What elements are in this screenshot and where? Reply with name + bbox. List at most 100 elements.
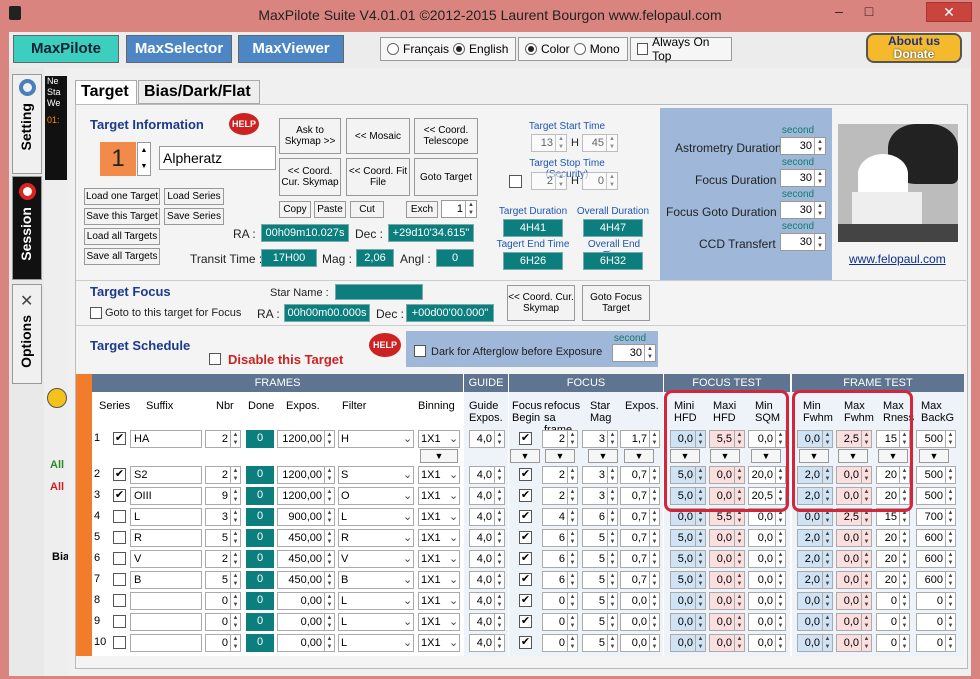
radio-color[interactable] <box>525 43 537 55</box>
guide-expos-stepper[interactable]: 4,0 ▲ ▼ <box>469 487 505 505</box>
star-mag-stepper[interactable]: 3 ▲ ▼ <box>582 487 618 505</box>
radio-mono[interactable] <box>573 43 586 55</box>
maxi-hfd-stepper[interactable]: 0,0 ▲ ▼ <box>709 529 745 547</box>
series-checkbox[interactable] <box>113 594 126 607</box>
max-rness-stepper[interactable]: 0 ▲ ▼ <box>876 613 910 631</box>
guide-expos-stepper[interactable]: 4,0 ▲ ▼ <box>469 430 505 448</box>
refocus-stepper[interactable]: 2 ▲ ▼ <box>542 487 578 505</box>
suffix-input[interactable]: R <box>130 529 202 547</box>
cut-button[interactable]: Cut <box>350 201 384 218</box>
maxi-hfd-stepper[interactable]: 0,0 ▲ ▼ <box>709 634 745 652</box>
refocus-stepper[interactable]: 0 ▲ ▼ <box>542 613 578 631</box>
suffix-input[interactable]: L <box>130 508 202 526</box>
star-mag-stepper[interactable]: 6 ▲ ▼ <box>582 508 618 526</box>
refocus-stepper[interactable]: 0 ▲ ▼ <box>542 592 578 610</box>
tab-setting[interactable]: Setting <box>12 74 42 174</box>
star-mag-stepper[interactable]: 5 ▲ ▼ <box>582 550 618 568</box>
filter-select[interactable]: L ⌄ <box>338 592 414 610</box>
max-rness-stepper[interactable]: 20 ▲ ▼ <box>876 550 910 568</box>
expos-stepper[interactable]: 0,00 ▲ ▼ <box>277 634 335 652</box>
mini-hfd-stepper[interactable]: 5,0 ▲ ▼ <box>670 550 706 568</box>
star-mag-stepper[interactable]: 5 ▲ ▼ <box>582 613 618 631</box>
focus-duration-stepper[interactable]: 30 ▲ ▼ <box>780 169 826 187</box>
suffix-input[interactable]: OIII <box>130 487 202 505</box>
min-sqm-stepper[interactable]: 0,0 ▲ ▼ <box>748 634 786 652</box>
tab-options[interactable]: ✕ Options <box>12 284 42 384</box>
disable-target-checkbox[interactable] <box>209 353 221 365</box>
max-rness-stepper[interactable]: 20 ▲ ▼ <box>876 529 910 547</box>
refocus-stepper[interactable]: 6 ▲ ▼ <box>542 571 578 589</box>
nbr-stepper[interactable]: 0 ▲ ▼ <box>205 634 241 652</box>
schedule-help-button[interactable]: HELP <box>369 333 401 357</box>
load-all-targets-button[interactable]: Load all Targets <box>84 228 160 245</box>
max-rness-stepper[interactable]: 0 ▲ ▼ <box>876 592 910 610</box>
series-checkbox[interactable] <box>113 552 126 565</box>
minimize-button[interactable]: – <box>826 2 852 22</box>
focus-expos-stepper[interactable]: 0,0 ▲ ▼ <box>620 592 660 610</box>
always-on-top-checkbox[interactable] <box>637 43 649 55</box>
filter-select[interactable]: O ⌄ <box>338 487 414 505</box>
series-checkbox[interactable] <box>113 510 126 523</box>
nbr-stepper[interactable]: 0 ▲ ▼ <box>205 613 241 631</box>
filter-select[interactable]: L ⌄ <box>338 634 414 652</box>
focus-expos-stepper[interactable]: 1,7 ▲ ▼ <box>620 430 660 448</box>
max-backg-stepper[interactable]: 500 ▲ ▼ <box>916 487 956 505</box>
binning-select[interactable]: 1X1 ⌄ <box>418 592 460 610</box>
focus-expos-stepper[interactable]: 0,7 ▲ ▼ <box>620 529 660 547</box>
radio-english[interactable] <box>453 43 466 55</box>
stop-minute-stepper[interactable]: 0 ▲ ▼ <box>582 172 618 190</box>
max-backg-stepper[interactable]: 600 ▲ ▼ <box>916 571 956 589</box>
maxviewer-button[interactable]: MaxViewer <box>238 35 344 63</box>
min-fwhm-stepper[interactable]: 0,0 ▲ ▼ <box>797 613 833 631</box>
apply-arrow-button[interactable]: ▼ <box>624 449 654 463</box>
target-name-input[interactable]: Alpheratz <box>159 146 276 170</box>
focus-begin-checkbox[interactable]: ✔ <box>519 432 532 445</box>
series-checkbox[interactable] <box>113 615 126 628</box>
maxi-hfd-stepper[interactable]: 0,0 ▲ ▼ <box>709 592 745 610</box>
astrometry-stepper[interactable]: 30 ▲ ▼ <box>780 137 826 155</box>
save-this-target-button[interactable]: Save this Target <box>84 208 160 225</box>
binning-select[interactable]: 1X1 ⌄ <box>418 613 460 631</box>
target-number-stepper[interactable]: ▲ ▼ <box>137 142 151 176</box>
min-fwhm-stepper[interactable]: 2,0 ▲ ▼ <box>797 550 833 568</box>
min-fwhm-stepper[interactable]: 2,0 ▲ ▼ <box>797 529 833 547</box>
max-backg-stepper[interactable]: 500 ▲ ▼ <box>916 466 956 484</box>
min-fwhm-stepper[interactable]: 0,0 ▲ ▼ <box>797 634 833 652</box>
min-sqm-stepper[interactable]: 0,0 ▲ ▼ <box>748 592 786 610</box>
coord-telescope-button[interactable]: << Coord. Telescope <box>414 118 478 154</box>
maxselector-button[interactable]: MaxSelector <box>126 35 232 63</box>
refocus-stepper[interactable]: 0 ▲ ▼ <box>542 634 578 652</box>
ask-skymap-button[interactable]: Ask to Skymap >> <box>279 118 341 154</box>
expos-stepper[interactable]: 0,00 ▲ ▼ <box>277 592 335 610</box>
help-button[interactable]: HELP <box>229 113 259 135</box>
close-button[interactable]: ✕ <box>926 2 972 22</box>
min-sqm-stepper[interactable]: 0,0 ▲ ▼ <box>748 571 786 589</box>
min-fwhm-stepper[interactable]: 2,0 ▲ ▼ <box>797 571 833 589</box>
focus-begin-checkbox[interactable]: ✔ <box>519 615 532 628</box>
max-backg-stepper[interactable]: 500 ▲ ▼ <box>916 430 956 448</box>
binning-select[interactable]: 1X1 ⌄ <box>418 550 460 568</box>
mosaic-button[interactable]: << Mosaic <box>346 118 410 154</box>
suffix-input[interactable]: S2 <box>130 466 202 484</box>
star-mag-stepper[interactable]: 3 ▲ ▼ <box>582 466 618 484</box>
start-minute-stepper[interactable]: 45 ▲ ▼ <box>582 134 618 152</box>
mini-hfd-stepper[interactable]: 0,0 ▲ ▼ <box>670 613 706 631</box>
nbr-stepper[interactable]: 2 ▲ ▼ <box>205 430 241 448</box>
focus-begin-checkbox[interactable]: ✔ <box>519 531 532 544</box>
nbr-stepper[interactable]: 5 ▲ ▼ <box>205 571 241 589</box>
maximize-button[interactable]: □ <box>856 2 882 22</box>
focus-expos-stepper[interactable]: 0,0 ▲ ▼ <box>620 634 660 652</box>
suffix-input[interactable]: B <box>130 571 202 589</box>
max-fwhm-stepper[interactable]: 0,0 ▲ ▼ <box>836 571 872 589</box>
series-checkbox[interactable] <box>113 573 126 586</box>
tab-target[interactable]: Target <box>75 80 137 104</box>
dark-afterglow-checkbox[interactable] <box>414 345 426 357</box>
goto-focus-target-button[interactable]: Goto Focus Target <box>582 285 650 321</box>
star-mag-stepper[interactable]: 5 ▲ ▼ <box>582 571 618 589</box>
binning-select[interactable]: 1X1 ⌄ <box>418 529 460 547</box>
focus-expos-stepper[interactable]: 0,7 ▲ ▼ <box>620 487 660 505</box>
max-fwhm-stepper[interactable]: 0,0 ▲ ▼ <box>836 592 872 610</box>
ccd-transfert-stepper[interactable]: 30 ▲ ▼ <box>780 233 826 251</box>
radio-francais[interactable] <box>387 43 399 55</box>
guide-expos-stepper[interactable]: 4,0 ▲ ▼ <box>469 634 505 652</box>
